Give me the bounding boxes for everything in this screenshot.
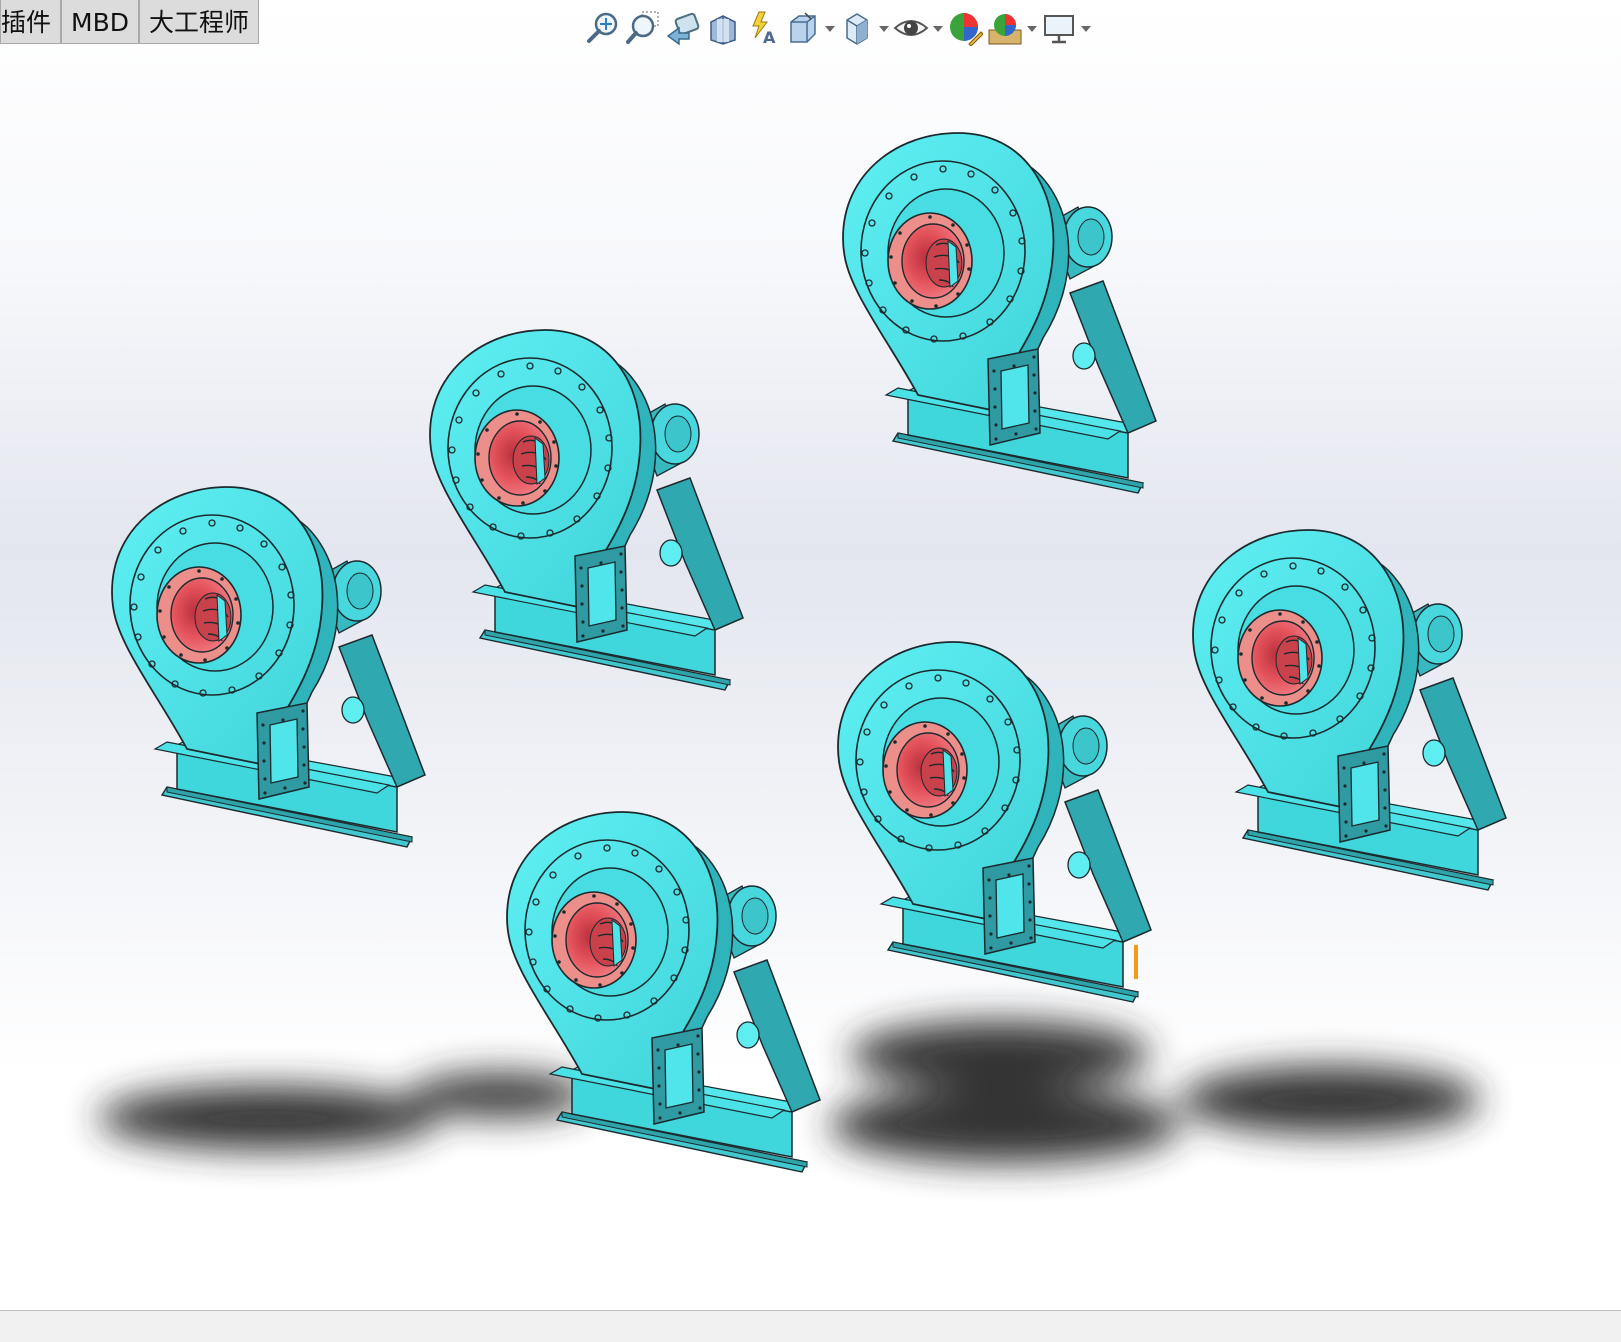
hide-show-items-icon[interactable] bbox=[891, 7, 931, 49]
display-style-icon[interactable] bbox=[837, 7, 877, 49]
view-settings-dropdown[interactable] bbox=[1079, 7, 1093, 49]
fan-instance-4[interactable] bbox=[1192, 529, 1507, 891]
zoom-to-fit-icon[interactable] bbox=[583, 7, 623, 49]
view-orientation-dropdown[interactable] bbox=[823, 7, 837, 49]
tab-big-engineer[interactable]: 大工程师 bbox=[139, 0, 260, 44]
previous-view-icon[interactable] bbox=[663, 7, 703, 49]
fan-instance-3[interactable] bbox=[842, 132, 1157, 494]
heads-up-view-toolbar: A bbox=[583, 6, 1093, 50]
fan-instance-1[interactable] bbox=[111, 486, 426, 848]
graphics-area[interactable]: 插件 MBD 大工程师 A bbox=[0, 0, 1621, 1310]
fan-instance-6[interactable] bbox=[506, 811, 821, 1173]
status-bar bbox=[0, 1310, 1621, 1342]
selection-marker bbox=[1134, 945, 1138, 979]
svg-text:A: A bbox=[763, 28, 776, 46]
edit-appearance-icon[interactable] bbox=[945, 7, 985, 49]
command-manager-tabs: 插件 MBD 大工程师 bbox=[0, 0, 260, 46]
tab-mbd[interactable]: MBD bbox=[61, 0, 139, 44]
hide-show-items-dropdown[interactable] bbox=[931, 7, 945, 49]
view-orientation-icon[interactable] bbox=[783, 7, 823, 49]
fan-instance-2[interactable] bbox=[429, 329, 744, 691]
model-scene[interactable] bbox=[0, 0, 1621, 1310]
zoom-to-area-icon[interactable] bbox=[623, 7, 663, 49]
dynamic-annotation-views-icon[interactable]: A bbox=[743, 7, 783, 49]
display-style-dropdown[interactable] bbox=[877, 7, 891, 49]
view-settings-icon[interactable] bbox=[1039, 7, 1079, 49]
apply-scene-icon[interactable] bbox=[985, 7, 1025, 49]
section-view-icon[interactable] bbox=[703, 7, 743, 49]
fan-instance-5[interactable] bbox=[837, 641, 1152, 1003]
apply-scene-dropdown[interactable] bbox=[1025, 7, 1039, 49]
tab-addins[interactable]: 插件 bbox=[0, 0, 62, 44]
